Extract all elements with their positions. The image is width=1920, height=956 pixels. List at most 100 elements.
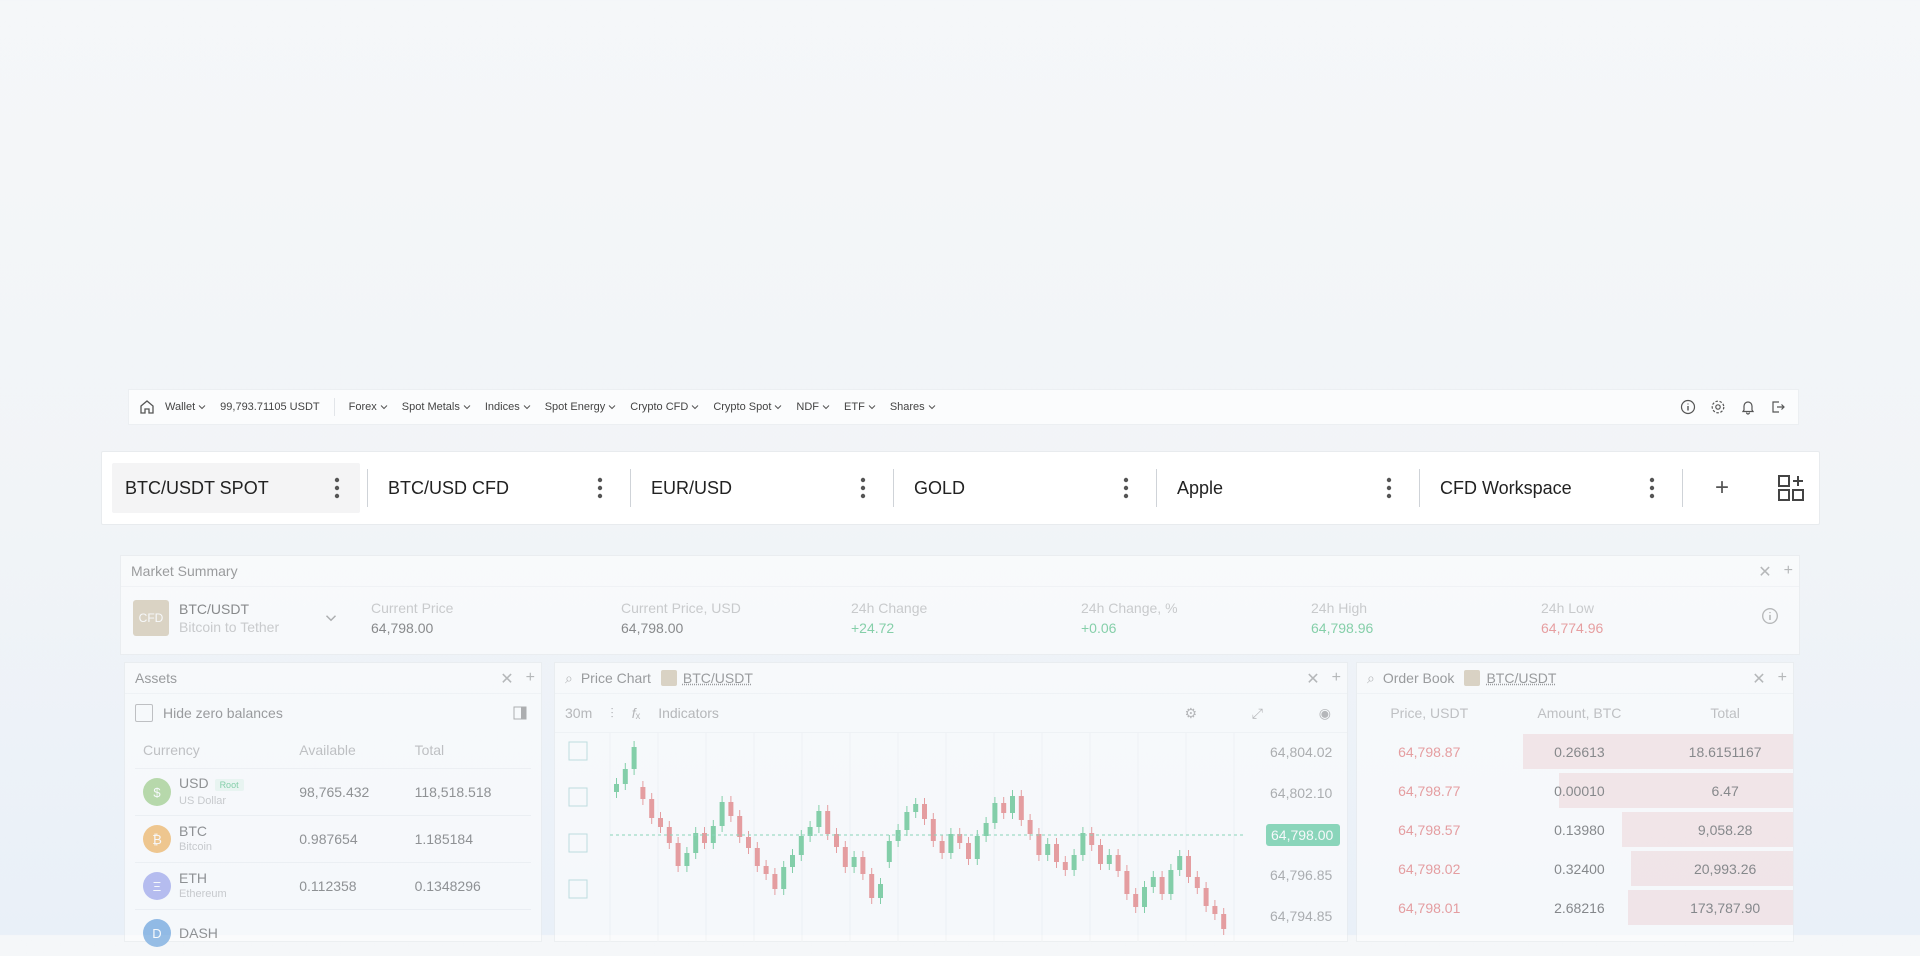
column-header[interactable]: Available: [291, 732, 406, 769]
brush-icon[interactable]: [569, 880, 587, 898]
settings-icon[interactable]: ⚙: [1184, 705, 1197, 722]
workspace-tab[interactable]: CFD Workspace: [1427, 463, 1675, 513]
table-row[interactable]: DDASH: [135, 910, 531, 956]
candle-body: [984, 823, 989, 836]
add-widget-icon[interactable]: [1777, 474, 1805, 502]
nav-menu-crypto-cfd[interactable]: Crypto CFD: [630, 401, 699, 413]
more-vertical-icon[interactable]: [860, 477, 866, 499]
nav-menu-shares[interactable]: Shares: [890, 401, 936, 413]
workspace-tab[interactable]: Apple: [1164, 463, 1412, 513]
cfd-icon: [1464, 670, 1480, 686]
logout-icon[interactable]: [1770, 399, 1786, 415]
candle-body: [693, 833, 698, 853]
column-header[interactable]: Currency: [135, 732, 291, 769]
root-badge: Root: [215, 779, 244, 791]
lines-icon[interactable]: [569, 834, 587, 852]
add-workspace-button[interactable]: +: [1702, 474, 1742, 502]
camera-icon[interactable]: ◉: [1319, 705, 1331, 722]
more-vertical-icon[interactable]: [1123, 477, 1129, 499]
fx-icon[interactable]: fₓ: [632, 705, 640, 721]
candle-body: [623, 769, 628, 784]
nav-menu-spot-energy[interactable]: Spot Energy: [545, 401, 617, 413]
add-icon[interactable]: +: [1332, 669, 1341, 689]
wallet-menu[interactable]: Wallet: [165, 401, 206, 413]
market-stat: 24h Low64,774.96: [1541, 600, 1603, 636]
table-row[interactable]: ΞETHEthereum0.1123580.1348296: [135, 863, 531, 910]
trend-line-icon[interactable]: [569, 788, 587, 806]
currency-cell: ΞETHEthereum: [135, 863, 291, 910]
more-vertical-icon[interactable]: [334, 477, 340, 499]
total-cell: 173,787.90: [1657, 888, 1793, 927]
search-icon[interactable]: ⌕: [565, 670, 573, 687]
indicators-button[interactable]: Indicators: [658, 705, 719, 721]
stat-label: 24h High: [1311, 600, 1373, 616]
workspace-tab[interactable]: GOLD: [901, 463, 1149, 513]
candle-body: [1001, 803, 1006, 813]
chevron-down-icon: [928, 403, 936, 411]
columns-icon[interactable]: [513, 706, 527, 720]
total-cell: 1.185184: [407, 816, 531, 863]
workspace-tab-label: EUR/USD: [651, 478, 732, 499]
add-icon[interactable]: +: [526, 669, 535, 689]
close-icon[interactable]: ✕: [1306, 669, 1319, 689]
fullscreen-icon[interactable]: ⤢: [1252, 705, 1263, 722]
add-icon[interactable]: +: [1784, 562, 1793, 582]
tab-divider: [1156, 469, 1157, 507]
more-vertical-icon[interactable]: [597, 477, 603, 499]
timeframe-button[interactable]: 30m: [565, 705, 592, 721]
assets-header: Assets ✕+: [125, 663, 541, 694]
bell-icon[interactable]: [1740, 399, 1756, 415]
pair-selector[interactable]: BTC/USDT Bitcoin to Tether: [179, 600, 279, 636]
chart-pair[interactable]: BTC/USDT: [683, 670, 753, 686]
table-row[interactable]: ₿BTCBitcoin0.9876541.185184: [135, 816, 531, 863]
home-icon[interactable]: [129, 399, 165, 415]
info-icon[interactable]: [1680, 399, 1696, 415]
workspace-tab[interactable]: BTC/USDT SPOT: [112, 463, 360, 513]
nav-menu-etf[interactable]: ETF: [844, 401, 876, 413]
nav-menu-forex[interactable]: Forex: [349, 401, 388, 413]
chevron-down-icon[interactable]: [325, 612, 337, 624]
nav-menu-ndf[interactable]: NDF: [796, 401, 830, 413]
price-chart-canvas[interactable]: 64,804.0264,802.1064,796.8564,794.8564,7…: [555, 732, 1349, 942]
gear-icon[interactable]: [1710, 399, 1726, 415]
candles-icon[interactable]: ⫶: [610, 705, 614, 722]
column-header[interactable]: Total: [407, 732, 531, 769]
search-icon[interactable]: ⌕: [1367, 670, 1375, 687]
workspace-tab[interactable]: EUR/USD: [638, 463, 886, 513]
order-book-row[interactable]: 64,798.770.000106.47: [1357, 771, 1793, 810]
more-vertical-icon[interactable]: [1649, 477, 1655, 499]
table-row[interactable]: $USDRootUS Dollar98,765.432118,518.518: [135, 769, 531, 816]
panel-title: Order Book: [1383, 670, 1455, 686]
nav-menu-label: ETF: [844, 401, 865, 413]
price-cell: 64,798.02: [1357, 849, 1502, 888]
order-book-row[interactable]: 64,798.020.3240020,993.26: [1357, 849, 1793, 888]
workspace-tab[interactable]: BTC/USD CFD: [375, 463, 623, 513]
close-icon[interactable]: ✕: [500, 669, 513, 689]
hide-zero-checkbox[interactable]: [135, 704, 153, 722]
nav-menu-spot-metals[interactable]: Spot Metals: [402, 401, 471, 413]
nav-menu-crypto-spot[interactable]: Crypto Spot: [713, 401, 782, 413]
column-header[interactable]: Amount, BTC: [1502, 694, 1658, 732]
info-icon[interactable]: [1761, 607, 1779, 625]
nav-menu-indices[interactable]: Indices: [485, 401, 531, 413]
candle-body: [1212, 906, 1217, 914]
close-icon[interactable]: ✕: [1752, 669, 1765, 689]
crosshair-icon[interactable]: [569, 742, 587, 760]
workspace-tab-label: BTC/USDT SPOT: [125, 478, 269, 499]
order-book-pair[interactable]: BTC/USDT: [1486, 670, 1556, 686]
workspace-tab-label: GOLD: [914, 478, 965, 499]
add-icon[interactable]: +: [1778, 669, 1787, 689]
market-menu: Forex Spot Metals Indices Spot Energy Crypto…: [349, 401, 950, 413]
candle-body: [720, 802, 725, 826]
column-header[interactable]: Total: [1657, 694, 1793, 732]
candle-body: [1019, 796, 1024, 820]
order-book-row[interactable]: 64,798.870.2661318.6151167: [1357, 732, 1793, 771]
order-book-row[interactable]: 64,798.570.139809,058.28: [1357, 810, 1793, 849]
candle-body: [931, 819, 936, 841]
wallet-balance: 99,793.71105 USDT: [220, 401, 319, 413]
candle-body: [1036, 834, 1041, 855]
more-vertical-icon[interactable]: [1386, 477, 1392, 499]
column-header[interactable]: Price, USDT: [1357, 694, 1502, 732]
order-book-row[interactable]: 64,798.012.68216173,787.90: [1357, 888, 1793, 927]
close-icon[interactable]: ✕: [1758, 562, 1771, 582]
